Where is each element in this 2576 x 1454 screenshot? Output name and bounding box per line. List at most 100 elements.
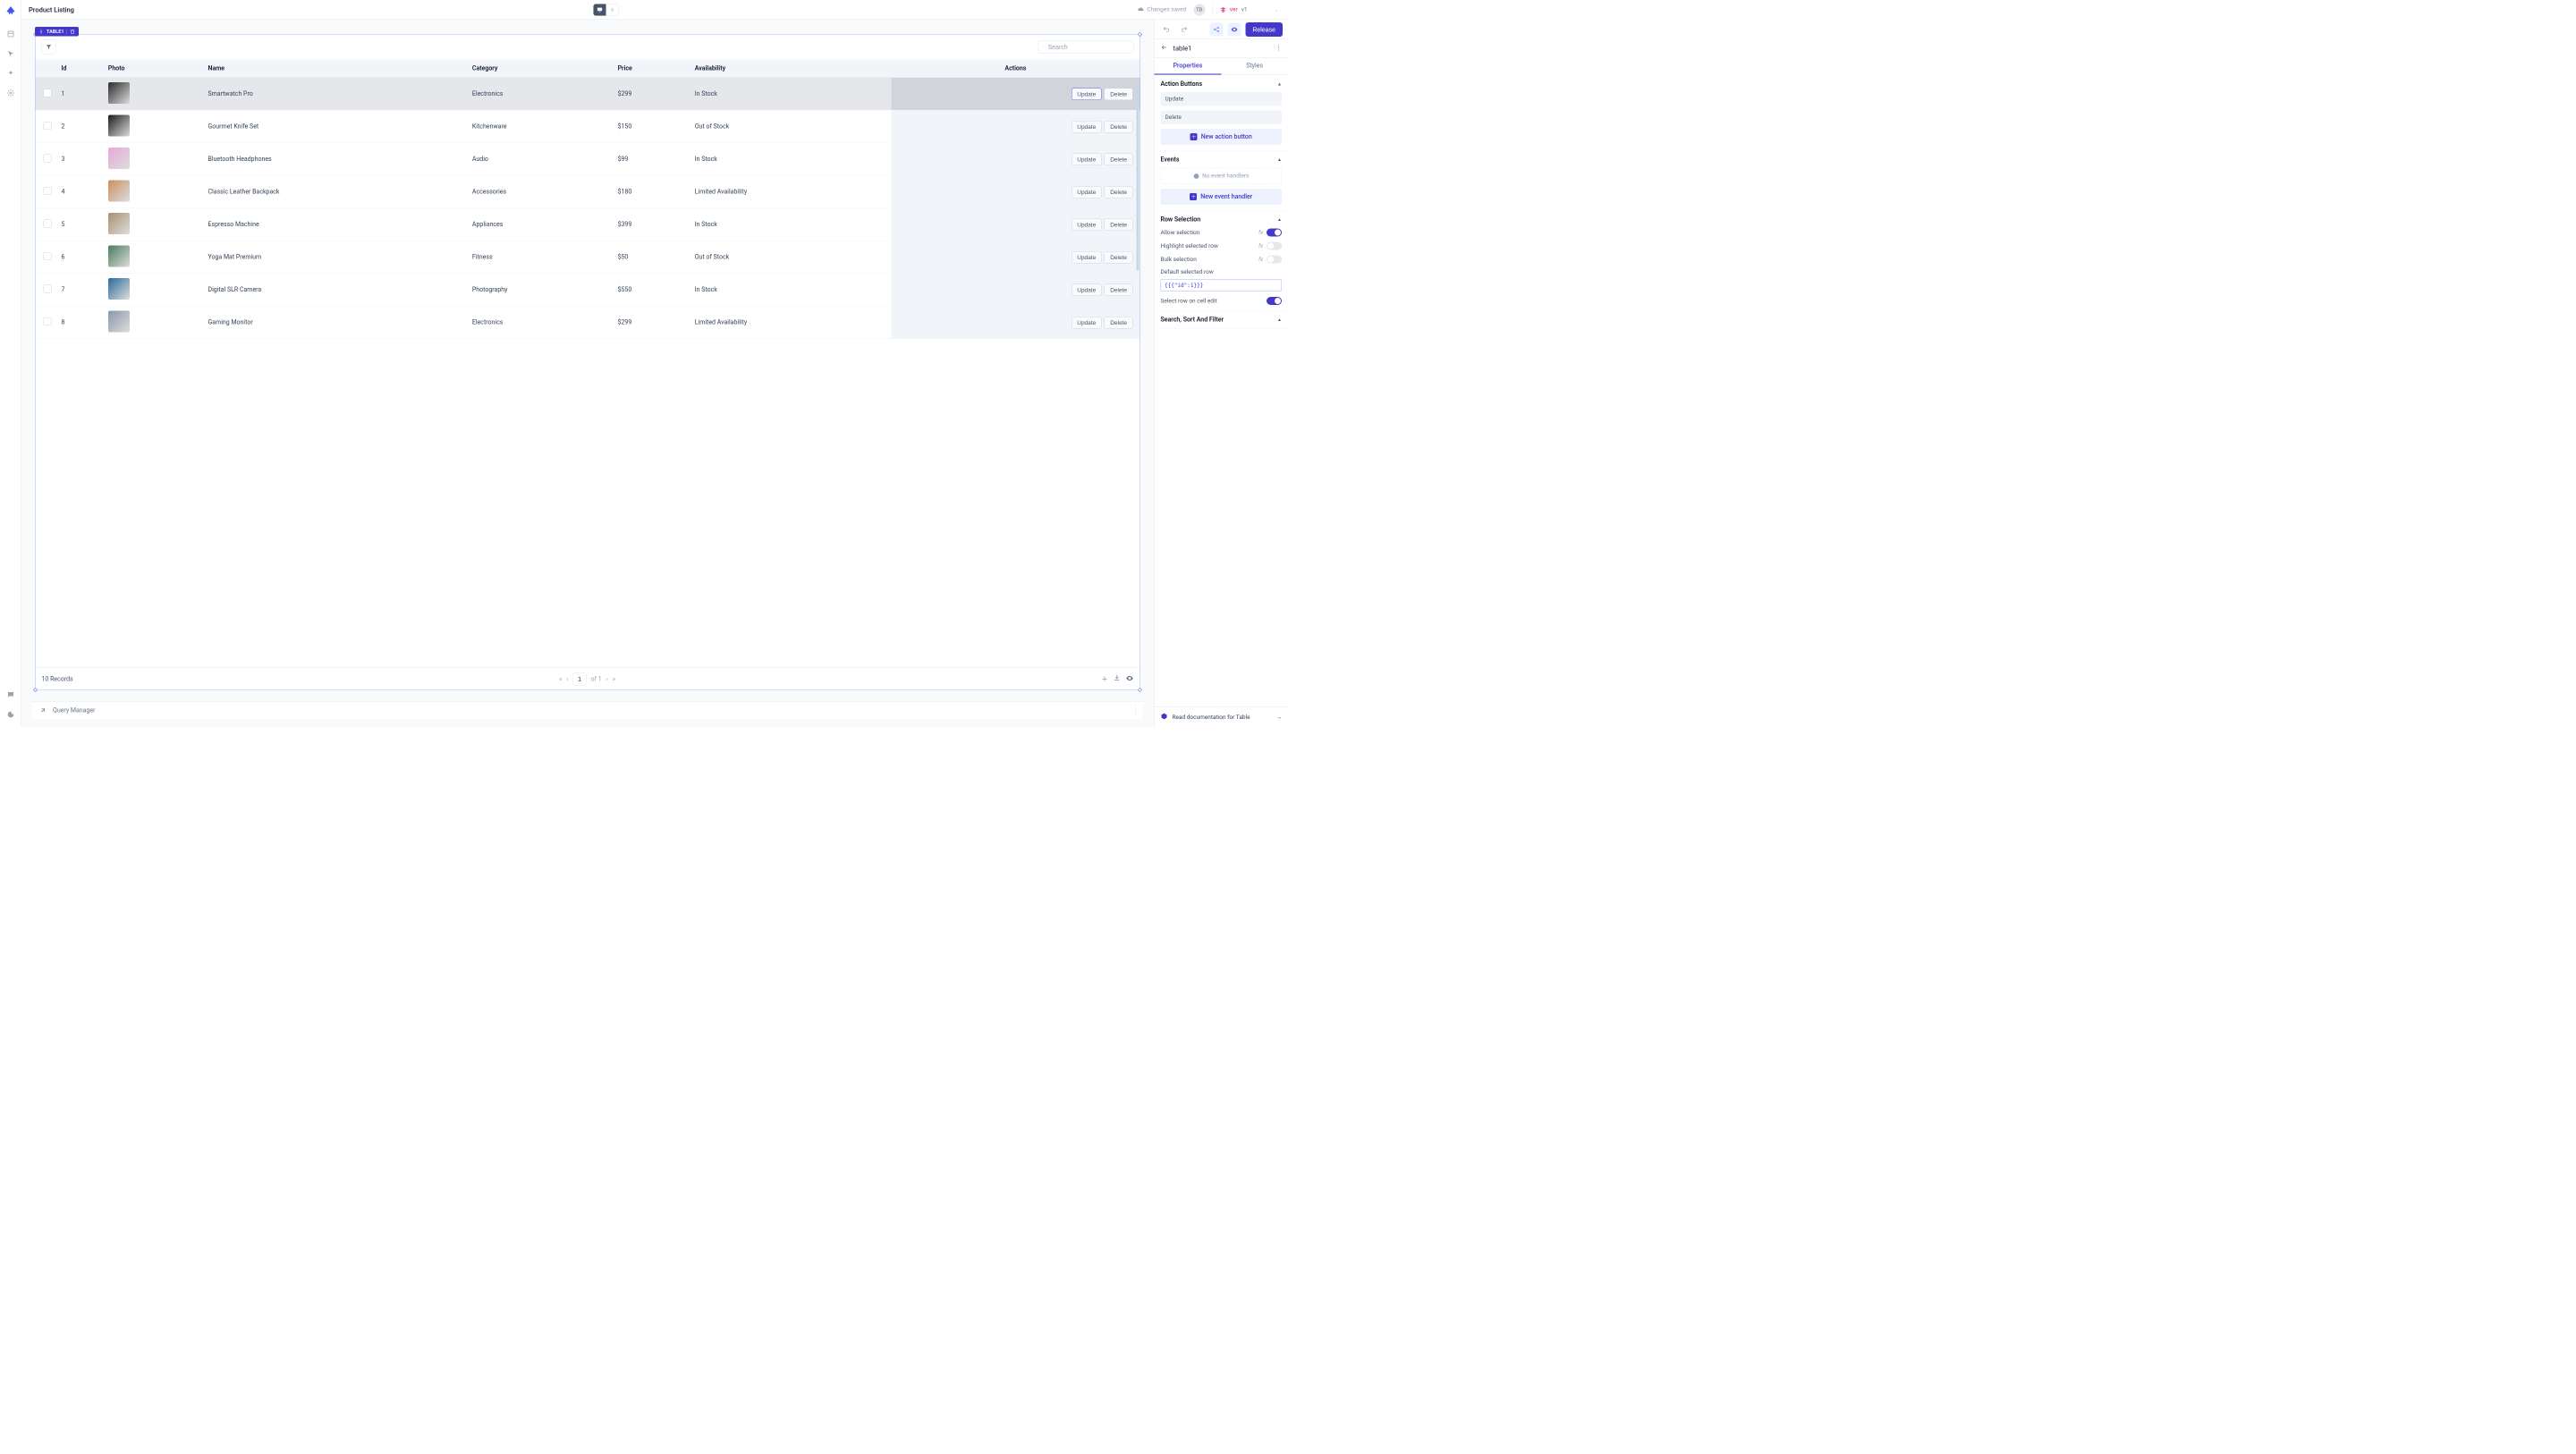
table-row[interactable]: 7Digital SLR CameraPhotography$550In Sto… bbox=[36, 274, 1140, 307]
row-update-button[interactable]: Update bbox=[1072, 186, 1102, 199]
row-update-button[interactable]: Update bbox=[1072, 121, 1102, 133]
cell-name: Gourmet Knife Set bbox=[204, 110, 468, 143]
row-checkbox[interactable] bbox=[44, 285, 52, 293]
page-first[interactable]: « bbox=[559, 675, 562, 682]
more-menu-icon[interactable]: ⋮ bbox=[1275, 45, 1282, 52]
table-row[interactable]: 2Gourmet Knife SetKitchenware$150Out of … bbox=[36, 110, 1140, 143]
chevron-down-icon[interactable]: ⌄ bbox=[1273, 6, 1281, 13]
resize-handle[interactable] bbox=[34, 689, 38, 692]
avatar[interactable]: TD bbox=[1193, 4, 1205, 15]
default-row-input[interactable]: {{{"id":1}}} bbox=[1161, 279, 1283, 292]
action-btn-update[interactable]: Update bbox=[1161, 92, 1283, 106]
row-checkbox[interactable] bbox=[44, 252, 52, 260]
toggle-select-on-edit[interactable] bbox=[1267, 297, 1282, 305]
toggle-allow-selection[interactable] bbox=[1267, 229, 1282, 237]
sparkle-icon[interactable] bbox=[4, 66, 18, 80]
redo-button[interactable] bbox=[1178, 22, 1191, 36]
section-events[interactable]: Events▲ bbox=[1161, 156, 1283, 164]
row-update-button[interactable]: Update bbox=[1072, 88, 1102, 100]
page-input[interactable] bbox=[573, 672, 587, 685]
trash-icon[interactable] bbox=[70, 29, 75, 34]
table-row[interactable]: 4Classic Leather BackpackAccessories$180… bbox=[36, 175, 1140, 208]
search-box[interactable] bbox=[1038, 40, 1134, 54]
share-button[interactable] bbox=[1209, 22, 1223, 36]
row-delete-button[interactable]: Delete bbox=[1105, 121, 1133, 133]
row-delete-button[interactable]: Delete bbox=[1105, 186, 1133, 199]
table-row[interactable]: 1Smartwatch ProElectronics$299In StockUp… bbox=[36, 78, 1140, 111]
fx-toggle[interactable]: fx bbox=[1258, 243, 1263, 249]
preview-button[interactable] bbox=[1227, 22, 1241, 36]
row-update-button[interactable]: Update bbox=[1072, 317, 1102, 329]
toggle-bulk-selection[interactable] bbox=[1267, 256, 1282, 264]
row-update-button[interactable]: Update bbox=[1072, 283, 1102, 296]
page-last[interactable]: » bbox=[613, 675, 615, 682]
column-header[interactable]: Price bbox=[614, 60, 691, 78]
pages-icon[interactable] bbox=[4, 27, 18, 41]
theme-icon[interactable] bbox=[4, 707, 18, 722]
section-action-buttons[interactable]: Action Buttons▲ bbox=[1161, 80, 1283, 88]
settings-icon[interactable] bbox=[4, 86, 18, 100]
search-input[interactable] bbox=[1048, 44, 1130, 51]
column-header[interactable]: Photo bbox=[104, 60, 204, 78]
back-button[interactable] bbox=[1161, 44, 1168, 53]
column-header[interactable]: Name bbox=[204, 60, 468, 78]
widget-badge[interactable]: TABLE1 bbox=[35, 27, 79, 37]
column-header[interactable]: Actions bbox=[891, 60, 1140, 78]
row-checkbox[interactable] bbox=[44, 155, 52, 163]
tab-properties[interactable]: Properties bbox=[1155, 58, 1222, 75]
toggle-highlight-row[interactable] bbox=[1267, 242, 1282, 250]
table-row[interactable]: 3Bluetooth HeadphonesAudio$99In StockUpd… bbox=[36, 143, 1140, 176]
tab-styles[interactable]: Styles bbox=[1221, 58, 1288, 75]
fx-toggle[interactable]: fx bbox=[1258, 230, 1263, 236]
row-update-button[interactable]: Update bbox=[1072, 218, 1102, 231]
page-next[interactable]: › bbox=[606, 675, 608, 682]
row-delete-button[interactable]: Delete bbox=[1105, 283, 1133, 296]
filter-button[interactable] bbox=[42, 40, 56, 55]
visibility-icon[interactable] bbox=[1126, 674, 1134, 684]
page-prev[interactable]: ‹ bbox=[566, 675, 568, 682]
cursor-icon[interactable] bbox=[4, 46, 18, 61]
expand-icon[interactable] bbox=[39, 706, 47, 714]
table-widget[interactable]: IdPhotoNameCategoryPriceAvailabilityActi… bbox=[35, 34, 1140, 690]
table-row[interactable]: 8Gaming MonitorElectronics$299Limited Av… bbox=[36, 306, 1140, 339]
section-row-selection[interactable]: Row Selection▲ bbox=[1161, 216, 1283, 224]
row-delete-button[interactable]: Delete bbox=[1105, 317, 1133, 329]
row-checkbox[interactable] bbox=[44, 187, 52, 195]
row-update-button[interactable]: Update bbox=[1072, 153, 1102, 165]
row-checkbox[interactable] bbox=[44, 122, 52, 130]
row-checkbox[interactable] bbox=[44, 220, 52, 228]
version-selector[interactable]: ver v1 ⌄ bbox=[1220, 6, 1281, 13]
resize-handle[interactable] bbox=[1139, 33, 1142, 37]
column-header[interactable]: Id bbox=[57, 60, 104, 78]
desktop-icon[interactable] bbox=[594, 4, 606, 15]
chat-icon[interactable] bbox=[4, 688, 18, 702]
device-switch[interactable] bbox=[593, 4, 619, 16]
column-header[interactable]: Availability bbox=[691, 60, 892, 78]
scrollbar[interactable] bbox=[1137, 83, 1140, 325]
column-header[interactable]: Category bbox=[468, 60, 614, 78]
new-action-button[interactable]: ＋ New action button bbox=[1161, 129, 1283, 145]
release-button[interactable]: Release bbox=[1245, 22, 1283, 37]
prop-default-row-label: Default selected row bbox=[1161, 269, 1214, 276]
resize-handle[interactable] bbox=[1139, 689, 1142, 692]
new-event-handler[interactable]: ＋ New event handler bbox=[1161, 189, 1283, 205]
row-checkbox[interactable] bbox=[44, 317, 52, 325]
undo-button[interactable] bbox=[1160, 22, 1174, 36]
fx-toggle[interactable]: fx bbox=[1258, 257, 1263, 263]
row-delete-button[interactable]: Delete bbox=[1105, 88, 1133, 100]
row-delete-button[interactable]: Delete bbox=[1105, 251, 1133, 264]
docs-link[interactable]: Read documentation for Table → bbox=[1155, 707, 1289, 728]
section-search-sort-filter[interactable]: Search, Sort And Filter▲ bbox=[1161, 317, 1283, 324]
add-row-icon[interactable]: ＋ bbox=[1102, 674, 1108, 684]
row-delete-button[interactable]: Delete bbox=[1105, 153, 1133, 165]
row-update-button[interactable]: Update bbox=[1072, 251, 1102, 264]
row-delete-button[interactable]: Delete bbox=[1105, 218, 1133, 231]
row-checkbox[interactable] bbox=[44, 89, 52, 97]
canvas[interactable]: TABLE1 bbox=[21, 20, 1154, 727]
download-icon[interactable] bbox=[1114, 674, 1121, 684]
action-btn-delete[interactable]: Delete bbox=[1161, 111, 1283, 125]
table-row[interactable]: 6Yoga Mat PremiumFitness$50Out of StockU… bbox=[36, 241, 1140, 274]
mobile-icon[interactable] bbox=[606, 4, 619, 15]
table-row[interactable]: 5Espresso MachineAppliances$399In StockU… bbox=[36, 208, 1140, 241]
query-panel[interactable]: Query Manager bbox=[32, 701, 1143, 719]
